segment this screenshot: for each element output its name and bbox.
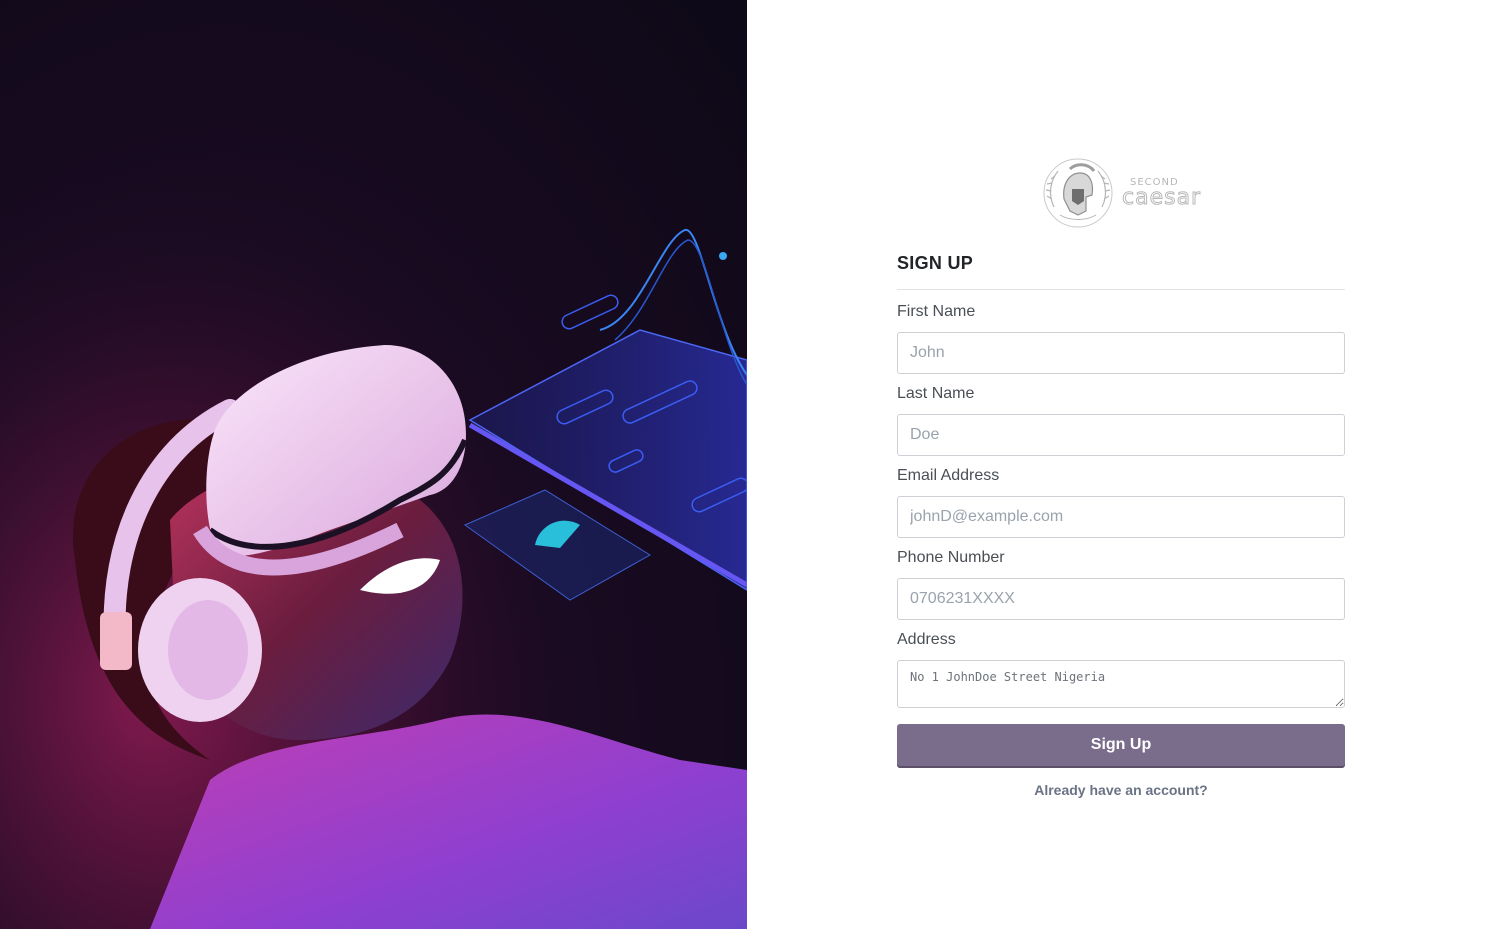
page-title: SIGN UP — [897, 253, 974, 273]
last-name-input[interactable] — [897, 414, 1345, 456]
title-divider — [897, 289, 1345, 290]
first-name-input[interactable] — [897, 332, 1345, 374]
form-panel: SECOND caesar SIGN UP First Name Last Na… — [747, 0, 1494, 929]
brand-logo: SECOND caesar — [1040, 155, 1206, 231]
sign-up-button[interactable]: Sign Up — [897, 724, 1345, 766]
address-textarea[interactable] — [897, 660, 1345, 708]
phone-label: Phone Number — [897, 549, 1005, 566]
sign-in-link[interactable]: Already have an account? — [897, 782, 1345, 798]
email-input[interactable] — [897, 496, 1345, 538]
first-name-label: First Name — [897, 303, 976, 320]
email-label: Email Address — [897, 467, 1000, 484]
phone-input[interactable] — [897, 578, 1345, 620]
brand-wordmark: SECOND caesar — [1122, 177, 1202, 210]
last-name-label: Last Name — [897, 385, 975, 402]
hero-illustration — [0, 0, 747, 929]
hero-image — [0, 0, 747, 929]
spartan-helmet-logo-icon — [1043, 158, 1113, 228]
signup-page: SECOND caesar SIGN UP First Name Last Na… — [0, 0, 1494, 929]
address-label: Address — [897, 631, 956, 648]
signup-form: SIGN UP First Name Last Name Email Addre… — [897, 250, 1345, 798]
